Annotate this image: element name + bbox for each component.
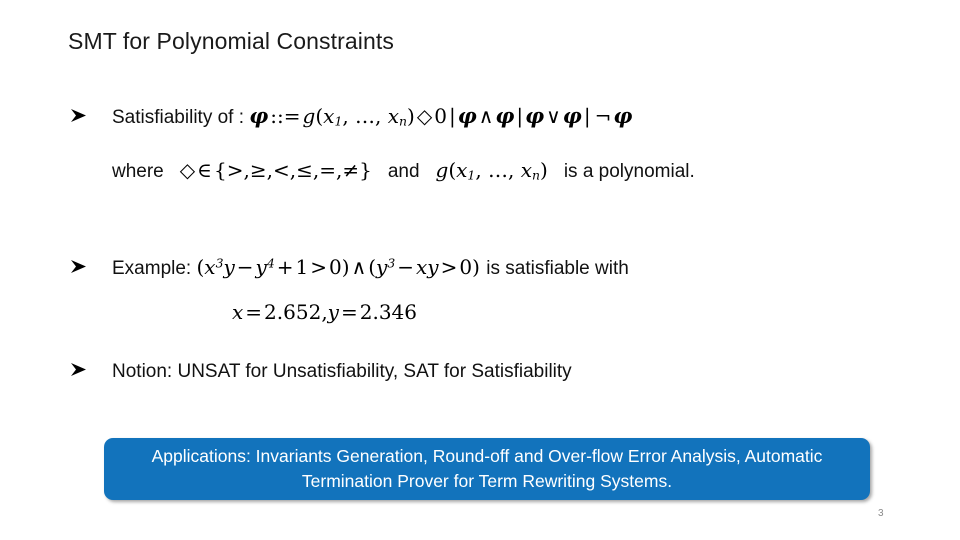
ex-y-exponent-4: 4 — [266, 255, 275, 271]
ex-y-4: y — [427, 255, 439, 279]
phi-symbol-and-lhs: φ — [457, 103, 477, 128]
relation-set-expression: ◇ ∈ {>,≥,<,≤,=,≠} — [179, 158, 372, 182]
example-label: Example: — [112, 258, 192, 279]
diamond-relation-symbol: ◇ — [416, 104, 433, 128]
close-paren: ) — [407, 104, 415, 128]
applications-text: Applications: Invariants Generation, Rou… — [151, 445, 823, 491]
member-of-symbol: ∈ — [197, 158, 212, 182]
ex-logical-and: ∧ — [351, 255, 367, 279]
satisfiability-label: Satisfiability of : — [112, 107, 244, 128]
ex-x-2: x — [415, 255, 428, 279]
ellipsis-args: , …, — [342, 104, 388, 128]
example-constraint-formula: (x3y − y4 +1 >0) ∧ (y3− xy >0) — [196, 255, 480, 279]
where-clause-row: where ◇ ∈ {>,≥,<,≤,=,≠} and g(x1, …, xn) i… — [112, 158, 695, 183]
g-x-var-n: x — [520, 158, 533, 182]
bullet-label-satisfiability: Satisfiability of : φ::= g(x1, …, xn) ◇ 0 |φ… — [112, 103, 633, 129]
x-var-n: x — [387, 104, 400, 128]
solution-x-value: 2.652 — [264, 300, 322, 324]
page-number: 3 — [878, 508, 884, 519]
solution-y-var: y — [327, 300, 339, 324]
arrowhead-bullet-icon — [70, 255, 112, 274]
solution-y-value: 2.346 — [359, 300, 418, 324]
ex-y-2: y — [255, 255, 267, 279]
g-polynomial-expression: g(x1, …, xn) — [436, 158, 548, 183]
phi-symbol-not: φ — [613, 103, 633, 128]
diamond-symbol: ◇ — [179, 158, 196, 182]
where-label: where — [112, 161, 164, 182]
set-close-brace: } — [359, 158, 372, 182]
logical-not-symbol: ¬ — [594, 104, 612, 128]
page-title: SMT for Polynomial Constraints — [68, 28, 394, 54]
logical-or-symbol: ∨ — [546, 104, 561, 128]
phi-symbol-lhs: φ — [249, 103, 269, 128]
g-open-paren: ( — [448, 158, 457, 182]
grammar-bar-1: | — [448, 104, 456, 128]
ex-x-1: x — [204, 255, 216, 279]
bullet-item-example: Example: (x3y − y4 +1 >0) ∧ (y3− xy >0) is satis… — [70, 255, 629, 280]
phi-symbol-or-rhs: φ — [562, 103, 582, 128]
satisfiability-grammar-formula: φ::= g(x1, …, xn) ◇ 0 |φ ∧φ |φ ∨φ | ¬φ — [249, 103, 633, 129]
slide-canvas: SMT for Polynomial Constraints Satisfiab… — [0, 0, 960, 540]
solution-x-equals: = — [245, 300, 263, 324]
ex-y-1: y — [223, 255, 235, 279]
applications-callout-box: Applications: Invariants Generation, Rou… — [104, 438, 870, 500]
ex-one-literal: 1 — [295, 255, 309, 279]
arrowhead-bullet-icon — [70, 358, 112, 377]
zero-literal: 0 — [434, 104, 447, 128]
relation-lt: < — [272, 158, 290, 182]
x-var-1: x — [323, 104, 335, 128]
polynomial-tail-label: is a polynomial. — [563, 161, 695, 182]
x-subscript-n: n — [399, 113, 408, 129]
grammar-bar-2: | — [516, 104, 524, 128]
bullet-label-example: Example: (x3y − y4 +1 >0) ∧ (y3− xy >0) is satis… — [112, 256, 629, 280]
defines-symbol: ::= — [270, 104, 301, 128]
ex-y-3: y — [376, 255, 388, 279]
relation-eq: = — [319, 158, 336, 182]
ex-zero-literal-1: 0 — [329, 255, 342, 279]
g-symbol: g — [435, 158, 449, 182]
phi-symbol-or-lhs: φ — [525, 103, 545, 128]
bullet-item-notion: Notion: UNSAT for Unsatisfiability, SAT … — [70, 358, 572, 383]
notion-label: Notion: UNSAT for Unsatisfiability, SAT … — [112, 361, 572, 382]
relation-le: ≤ — [296, 158, 313, 182]
phi-symbol-and-rhs: φ — [495, 103, 515, 128]
open-paren: ( — [315, 104, 324, 128]
set-open-brace: { — [213, 158, 227, 182]
solution-y-equals: = — [340, 300, 358, 324]
ex-zero-literal-2: 0 — [459, 255, 473, 279]
and-connector-label: and — [387, 161, 420, 182]
g-x-subscript-n: n — [532, 167, 541, 183]
bullet-item-satisfiability: Satisfiability of : φ::= g(x1, …, xn) ◇ 0 |φ… — [70, 103, 633, 129]
g-x-var-1: x — [456, 158, 468, 182]
relation-neq: ≠ — [342, 158, 360, 182]
example-solution-values: x = 2.652,y = 2.346 — [232, 300, 417, 324]
relation-ge: ≥ — [249, 158, 267, 182]
arrowhead-bullet-icon — [70, 104, 112, 123]
solution-x-var: x — [232, 300, 244, 324]
grammar-bar-3: | — [583, 104, 591, 128]
logical-and-symbol: ∧ — [478, 104, 494, 128]
g-ellipsis: , …, — [475, 158, 521, 182]
example-trailing-label: is satisfiable with — [486, 258, 629, 279]
relation-gt: > — [226, 158, 244, 182]
g-close-paren: ) — [540, 158, 548, 182]
g-function-symbol: g — [302, 104, 316, 128]
